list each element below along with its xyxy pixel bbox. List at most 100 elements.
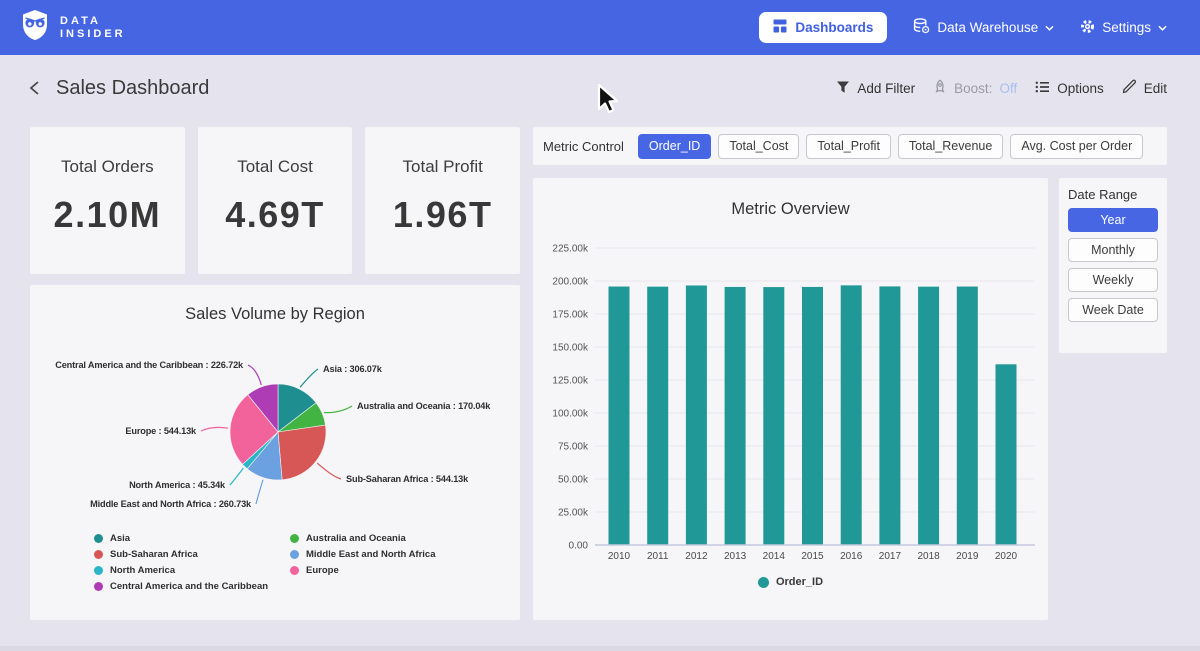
date-range-label: Date Range (1068, 187, 1158, 202)
svg-text:150.00k: 150.00k (552, 343, 589, 354)
svg-text:2016: 2016 (840, 551, 863, 562)
bar-2011[interactable] (647, 287, 668, 545)
bar-2010[interactable] (609, 287, 630, 545)
pie-label-europe: Europe : 544.13k (125, 426, 197, 436)
data-warehouse-menu[interactable]: Data Warehouse (913, 18, 1054, 37)
svg-text:75.00k: 75.00k (558, 442, 589, 453)
add-filter-button[interactable]: Add Filter (836, 80, 915, 97)
metric-control-label: Metric Control (543, 139, 624, 154)
legend-dot (94, 534, 103, 543)
brand-logo[interactable]: DATA INSIDER (20, 9, 126, 46)
legend-dot (94, 582, 103, 591)
owl-logo-icon (20, 9, 50, 46)
svg-text:2015: 2015 (801, 551, 824, 562)
svg-text:25.00k: 25.00k (558, 508, 589, 519)
pie-label-middle-east-and-north-africa: Middle East and North Africa : 260.73k (90, 499, 252, 509)
metric-option-total-profit[interactable]: Total_Profit (806, 134, 891, 159)
page-header: Sales Dashboard Add Filter Boost:Off (0, 55, 1200, 121)
legend-dot (290, 566, 299, 575)
chevron-down-icon (1158, 25, 1167, 31)
pencil-icon (1122, 79, 1137, 97)
bar-2020[interactable] (996, 364, 1017, 545)
metric-option-order-id[interactable]: Order_ID (638, 134, 711, 159)
svg-text:200.00k: 200.00k (552, 277, 589, 288)
dashboards-grid-icon (773, 19, 787, 36)
legend-dot (290, 534, 299, 543)
pie-label-sub-saharan-africa: Sub-Saharan Africa : 544.13k (346, 474, 469, 484)
date-range-option-year[interactable]: Year (1068, 208, 1158, 232)
legend-label: Order_ID (776, 576, 823, 588)
legend-item-europe: Europe (290, 564, 436, 576)
dashboards-button[interactable]: Dashboards (759, 12, 887, 43)
bar-2016[interactable] (841, 285, 862, 545)
legend-item-north-america: North America (94, 564, 290, 576)
date-range-option-week-date[interactable]: Week Date (1068, 298, 1158, 322)
back-button[interactable] (28, 80, 44, 96)
kpi-value: 4.69T (225, 194, 325, 236)
svg-text:0.00: 0.00 (569, 541, 589, 552)
svg-text:2017: 2017 (879, 551, 902, 562)
rocket-icon (933, 79, 947, 97)
svg-text:2013: 2013 (724, 551, 747, 562)
edit-button[interactable]: Edit (1122, 79, 1167, 97)
pie-slice-sub-saharan-africa[interactable] (278, 425, 326, 480)
kpi-card-total-orders: Total Orders 2.10M (30, 127, 185, 274)
date-range-option-weekly[interactable]: Weekly (1068, 268, 1158, 292)
pie-chart-card: Sales Volume by Region Asia : 306.07kAus… (30, 285, 520, 620)
bar-chart: 0.00 25.00k 50.00k 75.00k 100.00k 125.00k 150.… (533, 178, 1048, 573)
svg-text:2014: 2014 (763, 551, 786, 562)
bar-2017[interactable] (879, 286, 900, 545)
bar-chart-legend: Order_ID (533, 576, 1048, 588)
kpi-card-total-profit: Total Profit 1.96T (365, 127, 520, 274)
svg-text:2018: 2018 (917, 551, 940, 562)
legend-item-central-america-and-the-caribbean: Central America and the Caribbean (94, 580, 290, 592)
date-range-option-monthly[interactable]: Monthly (1068, 238, 1158, 262)
svg-text:100.00k: 100.00k (552, 409, 589, 420)
bar-2013[interactable] (725, 287, 746, 545)
svg-text:225.00k: 225.00k (552, 244, 589, 255)
svg-text:125.00k: 125.00k (552, 376, 589, 387)
kpi-label: Total Orders (61, 157, 154, 177)
bar-2012[interactable] (686, 285, 707, 545)
pie-legend: AsiaSub-Saharan AfricaNorth AmericaCentr… (94, 532, 436, 592)
metric-option-total-cost[interactable]: Total_Cost (718, 134, 799, 159)
date-range-panel: Date Range Year Monthly Weekly Week Date (1059, 178, 1167, 353)
legend-dot (290, 550, 299, 559)
legend-dot (94, 566, 103, 575)
metric-option-avg-cost-per-order[interactable]: Avg. Cost per Order (1010, 134, 1143, 159)
kpi-row: Total Orders 2.10M Total Cost 4.69T Tota… (30, 127, 520, 274)
svg-text:50.00k: 50.00k (558, 475, 589, 486)
boost-toggle[interactable]: Boost:Off (933, 79, 1017, 97)
gear-icon (1080, 19, 1095, 37)
legend-item-australia-and-oceania: Australia and Oceania (290, 532, 436, 544)
svg-text:175.00k: 175.00k (552, 310, 589, 321)
boost-state: Off (999, 81, 1017, 96)
metric-control-panel: Metric Control Order_ID Total_Cost Total_P… (533, 127, 1167, 165)
pie-label-central-america-and-the-caribbean: Central America and the Caribbean : 226.… (55, 360, 244, 370)
svg-text:2010: 2010 (608, 551, 631, 562)
bar-chart-card: Metric Overview 0.0025.00k50.00k75.00k10… (533, 178, 1048, 620)
filter-funnel-icon (836, 80, 850, 97)
kpi-value: 1.96T (393, 194, 493, 236)
kpi-label: Total Cost (237, 157, 313, 177)
metric-option-total-revenue[interactable]: Total_Revenue (898, 134, 1003, 159)
database-icon (913, 18, 930, 37)
kpi-card-total-cost: Total Cost 4.69T (198, 127, 353, 274)
brand-name: DATA INSIDER (60, 15, 126, 41)
window-bottom-edge (0, 646, 1200, 651)
kpi-label: Total Profit (403, 157, 483, 177)
bar-2014[interactable] (763, 287, 784, 545)
kpi-value: 2.10M (54, 194, 162, 236)
settings-menu[interactable]: Settings (1080, 19, 1167, 37)
legend-dot (758, 577, 769, 588)
options-button[interactable]: Options (1035, 80, 1104, 97)
bar-2018[interactable] (918, 287, 939, 545)
chevron-down-icon (1045, 25, 1054, 31)
svg-text:2011: 2011 (647, 551, 669, 562)
bar-2015[interactable] (802, 287, 823, 545)
page-title: Sales Dashboard (56, 77, 209, 100)
bar-2019[interactable] (957, 287, 978, 545)
svg-text:2020: 2020 (995, 551, 1018, 562)
legend-dot (94, 550, 103, 559)
top-navbar: DATA INSIDER Dashboards (0, 0, 1200, 55)
